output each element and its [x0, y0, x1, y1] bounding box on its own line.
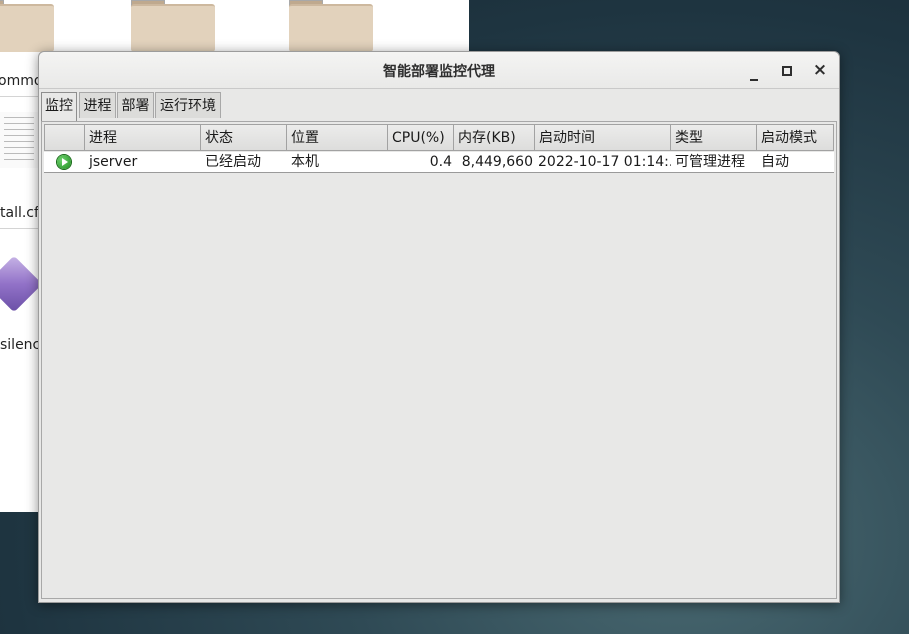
window-title: 智能部署监控代理	[383, 64, 495, 80]
column-header-icon[interactable]	[44, 124, 85, 151]
tab-monitor[interactable]: 监控	[41, 92, 77, 121]
file-label[interactable]: silenc	[0, 337, 40, 353]
minimize-icon	[750, 79, 758, 81]
folder-icon[interactable]	[131, 0, 215, 52]
close-button[interactable]: ×	[808, 58, 832, 82]
document-icon[interactable]	[0, 112, 39, 168]
divider	[0, 228, 38, 229]
column-header-memory[interactable]: 内存(KB)	[454, 124, 535, 151]
state-cell: 已经启动	[205, 154, 261, 170]
package-icon[interactable]	[0, 255, 43, 313]
location-cell: 本机	[291, 154, 319, 170]
column-header-start-time[interactable]: 启动时间	[535, 124, 671, 151]
start-mode-cell: 自动	[761, 154, 789, 170]
type-cell: 可管理进程	[675, 154, 745, 170]
process-name-cell: jserver	[89, 154, 138, 170]
process-table: 进程 状态 位置 CPU(%) 内存(KB) 启动时间 类型 启动模式 jser…	[44, 124, 834, 173]
table-row[interactable]: jserver 已经启动 本机 0.4 8,449,660 2022-10-17…	[44, 152, 834, 173]
monitor-panel: 进程 状态 位置 CPU(%) 内存(KB) 启动时间 类型 启动模式 jser…	[41, 121, 837, 599]
tab-process[interactable]: 进程	[79, 92, 116, 118]
play-icon	[57, 155, 71, 169]
tab-runtime-env[interactable]: 运行环境	[155, 92, 221, 118]
close-icon: ×	[812, 60, 828, 80]
column-header-cpu[interactable]: CPU(%)	[388, 124, 454, 151]
folder-icon[interactable]	[0, 0, 54, 52]
cpu-cell: 0.4	[429, 154, 452, 170]
monitor-agent-window: 智能部署监控代理 × 监控 进程 部署 运行环境 进程 状态 位置 CPU(%)…	[38, 51, 840, 603]
folder-icon[interactable]	[289, 0, 373, 52]
maximize-button[interactable]	[775, 58, 799, 82]
memory-cell: 8,449,660	[461, 154, 533, 170]
file-label[interactable]: tall.cf	[0, 205, 39, 221]
column-header-start-mode[interactable]: 启动模式	[757, 124, 834, 151]
column-header-location[interactable]: 位置	[287, 124, 388, 151]
column-header-state[interactable]: 状态	[201, 124, 287, 151]
start-time-cell: 2022-10-17 01:14:...	[538, 154, 671, 170]
table-header: 进程 状态 位置 CPU(%) 内存(KB) 启动时间 类型 启动模式	[44, 124, 834, 152]
column-header-process[interactable]: 进程	[85, 124, 201, 151]
minimize-button[interactable]	[742, 58, 766, 82]
divider	[0, 96, 38, 97]
status-cell	[44, 152, 85, 172]
tab-deploy[interactable]: 部署	[117, 92, 154, 118]
maximize-icon	[782, 66, 792, 76]
title-bar[interactable]: 智能部署监控代理 ×	[39, 52, 839, 89]
column-header-type[interactable]: 类型	[671, 124, 757, 151]
